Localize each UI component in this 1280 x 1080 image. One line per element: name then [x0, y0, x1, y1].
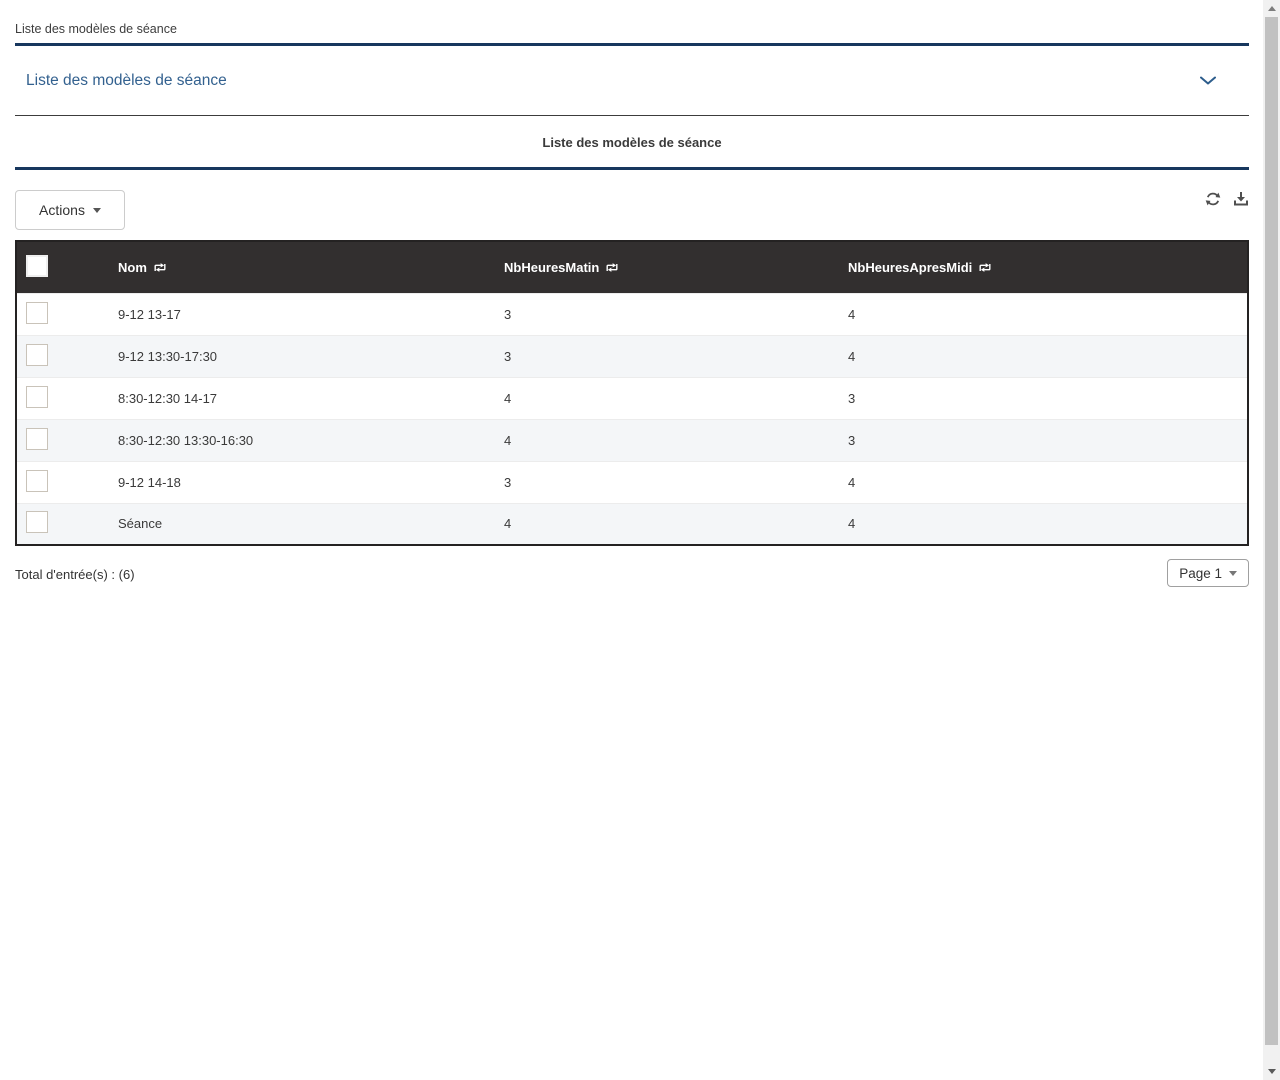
cell-nbheuresmatin: 3 — [492, 335, 836, 377]
row-checkbox[interactable] — [26, 428, 48, 450]
cell-nbheuresmatin: 3 — [492, 461, 836, 503]
cell-nom: 8:30-12:30 13:30-16:30 — [106, 419, 492, 461]
cell-nbheuresmatin: 4 — [492, 377, 836, 419]
table-title: Liste des modèles de séance — [15, 116, 1249, 170]
toolbar: Actions — [15, 190, 1249, 230]
table-row[interactable]: 9-12 13:30-17:30 3 4 — [16, 335, 1248, 377]
cell-nbheuresapresmidi: 4 — [836, 461, 1248, 503]
scrollbar-down-arrow[interactable] — [1263, 1063, 1280, 1080]
column-header-nbheuresapresmidi[interactable]: NbHeuresApresMidi — [836, 241, 1248, 293]
row-checkbox[interactable] — [26, 470, 48, 492]
table-row[interactable]: Séance 4 4 — [16, 503, 1248, 545]
page-select-button[interactable]: Page 1 — [1167, 559, 1249, 587]
row-checkbox[interactable] — [26, 344, 48, 366]
cell-nbheuresapresmidi: 3 — [836, 419, 1248, 461]
caret-down-icon — [93, 208, 101, 213]
caret-down-icon — [1229, 571, 1237, 576]
sort-exchange-icon[interactable] — [978, 262, 992, 273]
cell-nbheuresapresmidi: 4 — [836, 293, 1248, 335]
table-row[interactable]: 8:30-12:30 14-17 4 3 — [16, 377, 1248, 419]
row-checkbox[interactable] — [26, 386, 48, 408]
sort-exchange-icon[interactable] — [153, 262, 167, 273]
scrollbar-thumb[interactable] — [1265, 17, 1278, 1045]
cell-nom: Séance — [106, 503, 492, 545]
column-header-nbheuresmatin[interactable]: NbHeuresMatin — [492, 241, 836, 293]
table-row[interactable]: 9-12 14-18 3 4 — [16, 461, 1248, 503]
table-footer: Total d'entrée(s) : (6) Page 1 — [15, 559, 1249, 587]
page-content: Liste des modèles de séance Liste des mo… — [15, 0, 1249, 587]
select-all-checkbox[interactable] — [26, 255, 48, 277]
actions-button[interactable]: Actions — [15, 190, 125, 230]
cell-nbheuresapresmidi: 4 — [836, 503, 1248, 545]
cell-nbheuresmatin: 3 — [492, 293, 836, 335]
refresh-icon[interactable] — [1205, 191, 1221, 207]
column-header-nbheuresmatin-label: NbHeuresMatin — [504, 260, 599, 275]
cell-nbheuresmatin: 4 — [492, 419, 836, 461]
cell-nbheuresapresmidi: 3 — [836, 377, 1248, 419]
row-checkbox[interactable] — [26, 302, 48, 324]
column-header-nom-label: Nom — [118, 260, 147, 275]
cell-nom: 9-12 13-17 — [106, 293, 492, 335]
download-icon[interactable] — [1233, 191, 1249, 207]
sort-exchange-icon[interactable] — [605, 262, 619, 273]
scrollbar-up-arrow[interactable] — [1263, 0, 1280, 17]
toolbar-icons — [1205, 191, 1249, 207]
cell-nom: 9-12 14-18 — [106, 461, 492, 503]
vertical-scrollbar[interactable] — [1263, 0, 1280, 1080]
total-entries-label: Total d'entrée(s) : (6) — [15, 567, 135, 582]
table-row[interactable]: 8:30-12:30 13:30-16:30 4 3 — [16, 419, 1248, 461]
actions-button-label: Actions — [39, 202, 85, 218]
cell-nom: 8:30-12:30 14-17 — [106, 377, 492, 419]
collapsible-section-header[interactable]: Liste des modèles de séance — [15, 46, 1249, 116]
cell-nbheuresmatin: 4 — [492, 503, 836, 545]
table-header-row: Nom NbHeuresMatin — [16, 241, 1248, 293]
models-table: Nom NbHeuresMatin — [15, 240, 1249, 546]
column-header-nom[interactable]: Nom — [106, 241, 492, 293]
row-checkbox[interactable] — [26, 511, 48, 533]
section-header-label: Liste des modèles de séance — [15, 72, 227, 90]
column-header-nbheuresapresmidi-label: NbHeuresApresMidi — [848, 260, 972, 275]
breadcrumb-title: Liste des modèles de séance — [15, 0, 1249, 46]
chevron-down-icon[interactable] — [1200, 76, 1216, 85]
cell-nom: 9-12 13:30-17:30 — [106, 335, 492, 377]
table-row[interactable]: 9-12 13-17 3 4 — [16, 293, 1248, 335]
cell-nbheuresapresmidi: 4 — [836, 335, 1248, 377]
page-select-label: Page 1 — [1179, 566, 1222, 581]
